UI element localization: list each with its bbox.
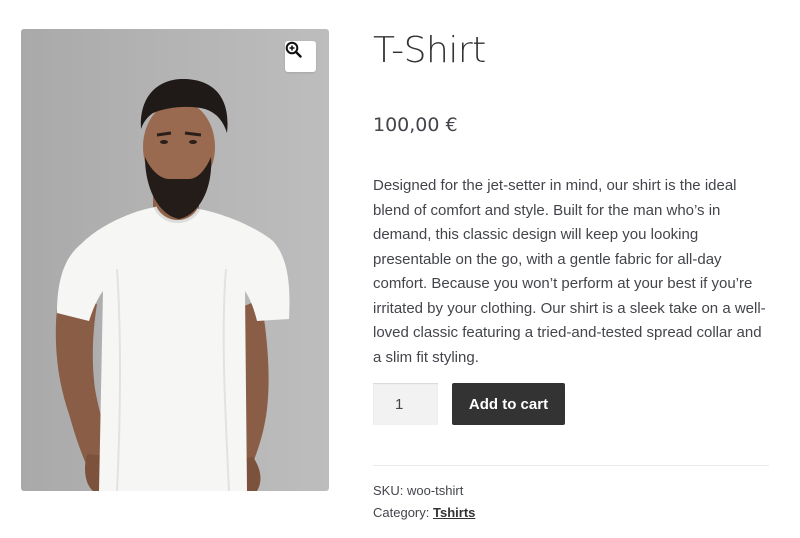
product-photo: [55, 79, 290, 491]
category-link[interactable]: Tshirts: [433, 505, 475, 520]
sku-value: woo-tshirt: [406, 483, 464, 498]
add-to-cart-button[interactable]: Add to cart: [452, 383, 565, 425]
product-sku: SKU: woo-tshirt: [373, 483, 463, 498]
zoom-in-icon: [285, 41, 302, 58]
category-label: Category:: [373, 505, 430, 520]
meta-divider: [373, 465, 769, 466]
product-description: Designed for the jet-setter in mind, our…: [373, 177, 766, 366]
product-title: T-Shirt: [373, 30, 486, 71]
product-price: 100,00 €: [373, 114, 458, 136]
sku-label: SKU:: [373, 483, 404, 498]
zoom-button[interactable]: [285, 41, 316, 72]
product-image[interactable]: [21, 29, 329, 491]
product-category: Category: Tshirts: [373, 505, 475, 520]
product-page: T-Shirt 100,00 € Designed for the jet-se…: [0, 0, 800, 538]
quantity-input[interactable]: [373, 383, 438, 425]
